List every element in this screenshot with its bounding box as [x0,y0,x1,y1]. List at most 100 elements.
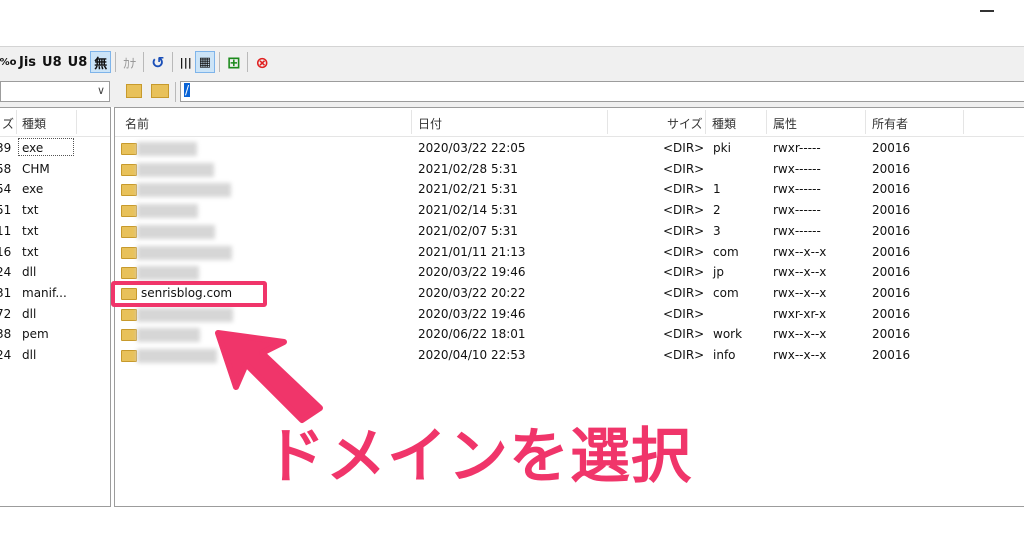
list-item[interactable]: 31 manif... [0,284,110,304]
list-item[interactable]: 51 txt [0,201,110,221]
type-cell: 1 [713,182,721,197]
table-row[interactable]: 2021/02/28 5:31 <DIR> rwx------ 20016 [115,160,1024,180]
redacted-name [137,162,214,177]
list-item[interactable]: 38 pem [0,325,110,345]
charset-utf8-button[interactable]: U8 [39,51,65,73]
header-divider [865,110,866,134]
header-divider [766,110,767,134]
table-row[interactable]: 2020/06/22 18:01 <DIR> work rwx--x--x 20016 [115,325,1024,345]
list-item[interactable]: 24 dll [0,346,110,366]
charset-none-button[interactable]: 無 [90,51,112,73]
open-folder-icon[interactable] [151,84,169,98]
stop-icon[interactable]: ⊗ [252,51,271,73]
folder-icon [121,163,137,176]
kana-convert-button[interactable]: ｶﾅ [120,51,139,73]
table-row[interactable]: 2021/02/21 5:31 <DIR> 1 rwx------ 20016 [115,180,1024,200]
attr-cell: rwx--x--x [773,265,827,280]
col-owner-header[interactable]: 所有者 [872,115,908,132]
redacted-name [137,183,231,198]
owner-cell: 20016 [872,327,911,342]
table-row[interactable]: 2021/02/14 5:31 <DIR> 2 rwx------ 20016 [115,201,1024,221]
toolbar-separator [143,52,145,72]
list-item[interactable]: 16 txt [0,243,110,263]
file-size: 24 [0,348,12,362]
attr-cell: rwx--x--x [773,348,827,362]
date-cell: 2020/03/22 19:46 [418,265,526,280]
col-name-header[interactable]: 名前 [125,115,149,132]
table-row[interactable]: 2020/03/22 22:05 <DIR> pki rwxr----- 20016 [115,139,1024,159]
table-row[interactable]: 2020/03/22 19:46 <DIR> rwxr-xr-x 20016 [115,305,1024,325]
remote-list-header: 名前 日付 サイズ 種類 属性 所有者 [115,108,1024,137]
toolbar-separator [219,52,221,72]
charset-cut-button[interactable]: %o [0,51,16,73]
col-size-header[interactable]: サイズ [667,115,703,132]
size-cell: <DIR> [663,161,705,176]
col-size-header[interactable]: ズ [2,115,14,132]
file-size: 16 [0,244,12,259]
local-file-list[interactable]: ズ 種類 39exe58CHM54exe51txt11txt16txt24dll… [0,107,111,507]
file-type: txt [22,203,39,218]
list-view-icon[interactable]: ||| [177,51,195,73]
date-cell: 2020/06/22 18:01 [418,327,526,342]
path-separator [175,82,176,102]
type-cell: com [713,244,739,259]
file-size: 58 [0,161,12,176]
local-list-header: ズ 種類 [0,108,110,137]
table-row[interactable]: 2021/02/07 5:31 <DIR> 3 rwx------ 20016 [115,222,1024,242]
file-type: pem [22,327,49,342]
table-row[interactable]: 2021/01/11 21:13 <DIR> com rwx--x--x 20016 [115,243,1024,263]
refresh-icon[interactable]: ↺ [148,51,167,73]
folder-icon [121,184,137,197]
size-cell: <DIR> [663,265,705,280]
charset-jis-button[interactable]: Jis [16,51,39,73]
type-cell: 3 [713,223,721,238]
size-cell: <DIR> [663,306,705,321]
header-divider [76,110,77,134]
list-item[interactable]: 72 dll [0,305,110,325]
redacted-name [137,245,232,260]
owner-cell: 20016 [872,203,911,218]
col-type-header[interactable]: 種類 [712,115,736,132]
date-cell: 2020/03/22 20:22 [418,285,526,300]
col-attr-header[interactable]: 属性 [773,115,797,132]
file-type: CHM [22,161,50,176]
col-date-header[interactable]: 日付 [418,115,442,132]
table-row[interactable]: 2020/04/10 22:53 <DIR> info rwx--x--x 20016 [115,346,1024,366]
parent-folder-icon[interactable] [126,84,142,98]
header-divider [607,110,608,134]
attr-cell: rwx------ [773,223,821,238]
date-cell: 2021/02/07 5:31 [418,223,518,238]
owner-cell: 20016 [872,223,911,238]
type-cell: 2 [713,203,721,218]
owner-cell: 20016 [872,265,911,280]
type-cell: info [713,348,736,362]
date-cell: 2021/02/21 5:31 [418,182,518,197]
chevron-down-icon[interactable]: ∨ [97,84,105,97]
file-type: dll [22,265,37,280]
detail-view-icon[interactable]: ▦ [194,51,216,73]
header-divider [411,110,412,134]
tree-view-icon[interactable]: ⊞ [224,51,243,73]
header-divider [963,110,964,134]
attr-cell: rwx------ [773,161,821,176]
list-item[interactable]: 54 exe [0,180,110,200]
file-type: dll [22,348,37,362]
remote-path-input[interactable]: / [180,81,1024,102]
minimize-button[interactable] [980,10,994,12]
size-cell: <DIR> [663,348,705,362]
charset-utf8n-button[interactable]: U8 [65,51,91,73]
file-type: txt [22,244,39,259]
file-size: 39 [0,141,12,155]
owner-cell: 20016 [872,306,911,321]
file-size: 31 [0,285,12,300]
folder-icon [121,329,137,342]
attr-cell: rwx--x--x [773,244,827,259]
list-item[interactable]: 24 dll [0,263,110,283]
col-type-header[interactable]: 種類 [22,115,46,132]
toolbar-separator [171,52,173,72]
list-item[interactable]: 58 CHM [0,160,110,180]
local-path-combo[interactable]: ∨ [0,81,110,102]
size-cell: <DIR> [663,141,705,155]
size-cell: <DIR> [663,203,705,218]
list-item[interactable]: 11 txt [0,222,110,242]
